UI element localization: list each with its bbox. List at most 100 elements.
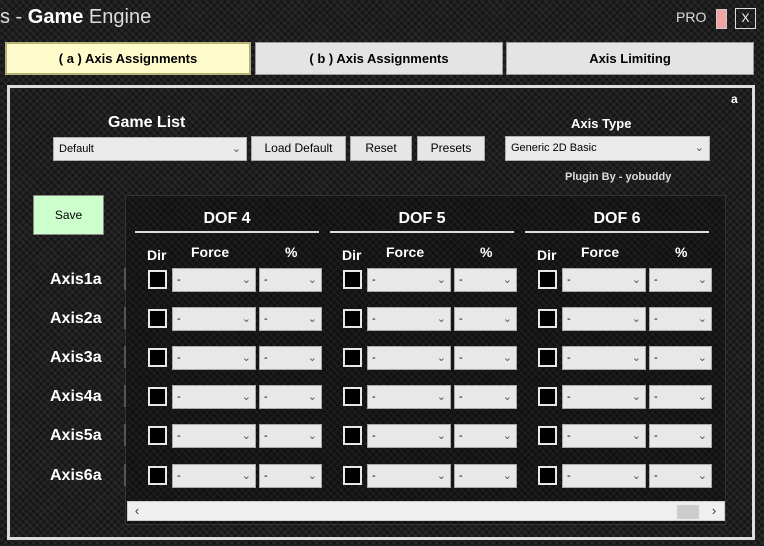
game-list-label: Game List — [108, 114, 186, 131]
close-icon[interactable]: X — [735, 8, 756, 29]
force-select[interactable]: - ⌄ — [172, 464, 256, 488]
force-value: - — [567, 470, 571, 482]
force-select[interactable]: - ⌄ — [367, 464, 451, 488]
pro-indicator[interactable] — [716, 9, 727, 29]
direction-checkbox[interactable] — [343, 348, 362, 367]
chevron-down-icon: ⌄ — [307, 430, 317, 442]
direction-checkbox[interactable] — [148, 270, 167, 289]
direction-checkbox[interactable] — [538, 309, 557, 328]
tab-a-axis-assignments[interactable]: ( a ) Axis Assignments — [5, 42, 251, 75]
force-column-header: Force — [581, 244, 620, 260]
percent-value: - — [459, 313, 463, 325]
axis-type-label: Axis Type — [571, 116, 632, 131]
force-select[interactable]: - ⌄ — [562, 346, 646, 370]
percent-select[interactable]: - ⌄ — [454, 424, 517, 448]
force-column-header: Force — [386, 244, 425, 260]
presets-button[interactable]: Presets — [417, 136, 485, 161]
force-select[interactable]: - ⌄ — [367, 385, 451, 409]
percent-select[interactable]: - ⌄ — [649, 385, 712, 409]
force-select[interactable]: - ⌄ — [562, 464, 646, 488]
direction-checkbox[interactable] — [148, 348, 167, 367]
percent-select[interactable]: - ⌄ — [259, 424, 322, 448]
direction-checkbox[interactable] — [538, 270, 557, 289]
direction-checkbox[interactable] — [343, 387, 362, 406]
force-value: - — [177, 313, 181, 325]
percent-select[interactable]: - ⌄ — [454, 346, 517, 370]
direction-checkbox[interactable] — [343, 309, 362, 328]
force-select[interactable]: - ⌄ — [172, 424, 256, 448]
horizontal-scrollbar[interactable] — [127, 501, 725, 521]
force-value: - — [372, 470, 376, 482]
reset-button[interactable]: Reset — [350, 136, 412, 161]
pro-label: PRO — [676, 9, 707, 25]
direction-checkbox[interactable] — [148, 466, 167, 485]
force-select[interactable]: - ⌄ — [172, 346, 256, 370]
force-select[interactable]: - ⌄ — [367, 307, 451, 331]
scrollbar-thumb[interactable] — [677, 505, 699, 519]
percent-select[interactable]: - ⌄ — [649, 268, 712, 292]
chevron-down-icon: ⌄ — [307, 391, 317, 403]
panel-corner-label: a — [731, 92, 738, 106]
chevron-down-icon: ⌄ — [307, 274, 317, 286]
row-divider — [124, 385, 126, 407]
percent-value: - — [654, 274, 658, 286]
chevron-right-icon[interactable]: › — [706, 503, 722, 519]
axis-type-select[interactable]: Generic 2D Basic ⌄ — [505, 136, 710, 161]
percent-select[interactable]: - ⌄ — [649, 307, 712, 331]
axis-row-label: Axis6a — [50, 467, 102, 484]
force-select[interactable]: - ⌄ — [562, 424, 646, 448]
chevron-down-icon: ⌄ — [241, 391, 251, 403]
direction-checkbox[interactable] — [148, 426, 167, 445]
direction-checkbox[interactable] — [148, 309, 167, 328]
direction-checkbox[interactable] — [148, 387, 167, 406]
tab-b-axis-assignments[interactable]: ( b ) Axis Assignments — [255, 42, 503, 75]
percent-value: - — [264, 313, 268, 325]
percent-select[interactable]: - ⌄ — [454, 268, 517, 292]
direction-checkbox[interactable] — [538, 466, 557, 485]
chevron-down-icon: ⌄ — [631, 313, 641, 325]
chevron-down-icon: ⌄ — [631, 391, 641, 403]
save-button[interactable]: Save — [33, 195, 104, 235]
percent-select[interactable]: - ⌄ — [454, 385, 517, 409]
direction-checkbox[interactable] — [343, 466, 362, 485]
percent-select[interactable]: - ⌄ — [259, 307, 322, 331]
percent-select[interactable]: - ⌄ — [454, 307, 517, 331]
percent-column-header: % — [285, 244, 298, 260]
force-select[interactable]: - ⌄ — [172, 385, 256, 409]
percent-value: - — [459, 391, 463, 403]
direction-checkbox[interactable] — [538, 426, 557, 445]
chevron-down-icon: ⌄ — [241, 470, 251, 482]
row-divider — [124, 464, 126, 486]
chevron-left-icon[interactable]: ‹ — [129, 503, 145, 519]
axis-row-label: Axis2a — [50, 310, 102, 327]
chevron-down-icon: ⌄ — [307, 352, 317, 364]
direction-checkbox[interactable] — [343, 426, 362, 445]
direction-checkbox[interactable] — [538, 387, 557, 406]
force-value: - — [372, 391, 376, 403]
percent-select[interactable]: - ⌄ — [259, 385, 322, 409]
force-select[interactable]: - ⌄ — [367, 346, 451, 370]
chevron-down-icon: ⌄ — [502, 274, 512, 286]
force-select[interactable]: - ⌄ — [172, 307, 256, 331]
percent-select[interactable]: - ⌄ — [259, 346, 322, 370]
percent-select[interactable]: - ⌄ — [649, 424, 712, 448]
tab-axis-limiting[interactable]: Axis Limiting — [506, 42, 754, 75]
percent-select[interactable]: - ⌄ — [259, 464, 322, 488]
chevron-down-icon: ⌄ — [307, 470, 317, 482]
percent-select[interactable]: - ⌄ — [259, 268, 322, 292]
direction-checkbox[interactable] — [343, 270, 362, 289]
force-select[interactable]: - ⌄ — [562, 307, 646, 331]
percent-select[interactable]: - ⌄ — [649, 464, 712, 488]
percent-select[interactable]: - ⌄ — [649, 346, 712, 370]
load-default-button[interactable]: Load Default — [251, 136, 346, 161]
game-list-select[interactable]: Default ⌄ — [53, 137, 247, 161]
force-select[interactable]: - ⌄ — [562, 385, 646, 409]
chevron-down-icon: ⌄ — [697, 430, 707, 442]
percent-value: - — [264, 430, 268, 442]
force-select[interactable]: - ⌄ — [172, 268, 256, 292]
force-select[interactable]: - ⌄ — [562, 268, 646, 292]
direction-checkbox[interactable] — [538, 348, 557, 367]
force-select[interactable]: - ⌄ — [367, 268, 451, 292]
force-select[interactable]: - ⌄ — [367, 424, 451, 448]
percent-select[interactable]: - ⌄ — [454, 464, 517, 488]
